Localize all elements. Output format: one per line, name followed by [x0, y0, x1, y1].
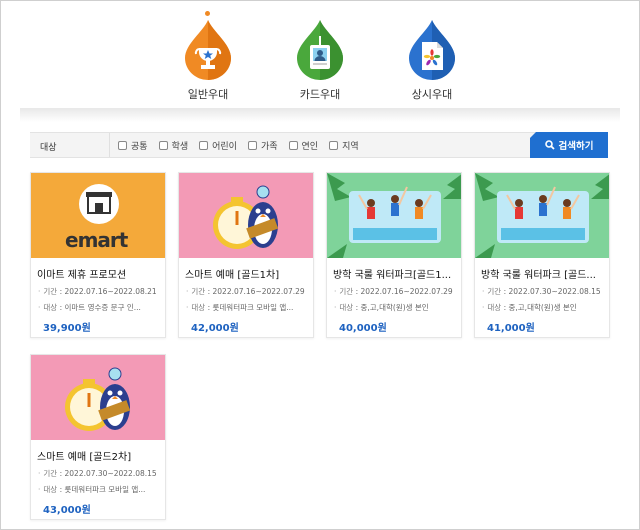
checkbox[interactable] — [288, 141, 298, 150]
filter-option-student[interactable]: 학생 — [158, 139, 189, 152]
search-icon — [544, 140, 555, 150]
filter-option-couple[interactable]: 연인 — [288, 139, 319, 152]
filter-option-label: 공통 — [131, 142, 148, 152]
tab-general[interactable]: 일반우대 — [168, 18, 248, 102]
checkbox[interactable] — [118, 141, 127, 150]
tab-label: 일반우대 — [187, 88, 229, 101]
filter-option-label: 어린이 — [212, 142, 237, 152]
category-tabs: 일반우대 카드우대 상시우대 — [0, 0, 640, 122]
checkbox[interactable] — [158, 141, 168, 150]
product-target: · 대상 : 롯데워터파크 모바일 앱... — [186, 303, 294, 312]
checkbox[interactable] — [199, 141, 209, 150]
product-price: 40,000원 — [339, 323, 387, 334]
filter-option-label: 지역 — [342, 142, 359, 152]
filter-title: 대상 — [40, 143, 57, 153]
product-card[interactable]: 방학 국룰 워터파크[골드1... · 기간 : 2022.07.16~2022.… — [326, 172, 462, 338]
product-period: · 기간 : 2022.07.16~2022.07.29 — [334, 287, 453, 296]
product-period: · 기간 : 2022.07.30~2022.08.15 — [38, 469, 157, 478]
filter-option-region[interactable]: 지역 — [329, 139, 359, 152]
product-card[interactable]: 스마트 예매 [골드2차] · 기간 : 2022.07.30~2022.08.1… — [30, 354, 166, 520]
product-price: 41,000원 — [487, 323, 535, 334]
product-target: · 대상 : 롯데워터파크 모바일 앱... — [38, 485, 146, 494]
product-period: · 기간 : 2022.07.30~2022.08.15 — [482, 287, 601, 296]
product-card[interactable]: emart 이마트 제휴 프로모션 · 기간 : 2022.07.16~2022.… — [30, 172, 166, 338]
product-card[interactable]: 스마트 예매 [골드1차] · 기간 : 2022.07.16~2022.07.2… — [178, 172, 314, 338]
product-target: · 대상 : 중,고,대학(원)생 본인 — [482, 303, 577, 312]
filter-option-child[interactable]: 어린이 — [199, 139, 237, 152]
product-title: 이마트 제휴 프로모션 — [37, 270, 127, 281]
active-tab-indicator — [205, 11, 210, 16]
checkbox[interactable] — [329, 141, 339, 150]
filter-option-label: 연인 — [301, 142, 319, 152]
tabs-divider — [20, 108, 620, 122]
filter-option-label: 학생 — [171, 142, 189, 152]
emart-logo-text: emart — [65, 228, 128, 252]
trophy-icon — [183, 18, 233, 80]
product-price: 39,900원 — [43, 323, 91, 334]
filter-option-family[interactable]: 가족 — [247, 139, 278, 152]
product-thumbnail — [179, 173, 313, 258]
filter-options: 공통 학생 어린이 가족 연인 지역 — [118, 139, 370, 152]
product-title: 방학 국룰 워터파크[골드1... — [333, 270, 452, 281]
product-price: 42,000원 — [191, 323, 239, 334]
document-icon — [407, 18, 457, 80]
product-title: 스마트 예매 [골드1차] — [185, 270, 280, 281]
product-card[interactable]: 방학 국룰 워터파크 [골드... · 기간 : 2022.07.30~2022.… — [474, 172, 610, 338]
tab-regular[interactable]: 상시우대 — [392, 18, 472, 102]
product-title: 스마트 예매 [골드2차] — [37, 452, 132, 463]
product-target: · 대상 : 중,고,대학(원)생 본인 — [334, 303, 429, 312]
product-price: 43,000원 — [43, 505, 91, 516]
filter-divider — [109, 133, 110, 157]
search-button-label: 검색하기 — [558, 141, 594, 152]
tab-label: 카드우대 — [299, 88, 341, 101]
checkbox[interactable] — [247, 141, 257, 150]
filter-option-common[interactable]: 공통 — [118, 139, 148, 152]
id-card-icon — [295, 18, 345, 80]
search-button[interactable]: 검색하기 — [530, 132, 608, 158]
filter-bar: 대상 공통 학생 어린이 가족 연인 지역 검색하기 — [30, 132, 608, 158]
tab-label: 상시우대 — [411, 88, 453, 101]
product-period: · 기간 : 2022.07.16~2022.07.29 — [186, 287, 305, 296]
tab-card[interactable]: 카드우대 — [280, 18, 360, 102]
product-thumbnail: emart — [31, 173, 165, 258]
product-target: · 대상 : 이마트 영수증 문구 인... — [38, 303, 141, 312]
product-title: 방학 국룰 워터파크 [골드... — [481, 270, 596, 281]
product-thumbnail — [31, 355, 165, 440]
product-thumbnail — [475, 173, 609, 258]
filter-option-label: 가족 — [260, 142, 278, 152]
product-period: · 기간 : 2022.07.16~2022.08.21 — [38, 287, 157, 296]
product-thumbnail — [327, 173, 461, 258]
